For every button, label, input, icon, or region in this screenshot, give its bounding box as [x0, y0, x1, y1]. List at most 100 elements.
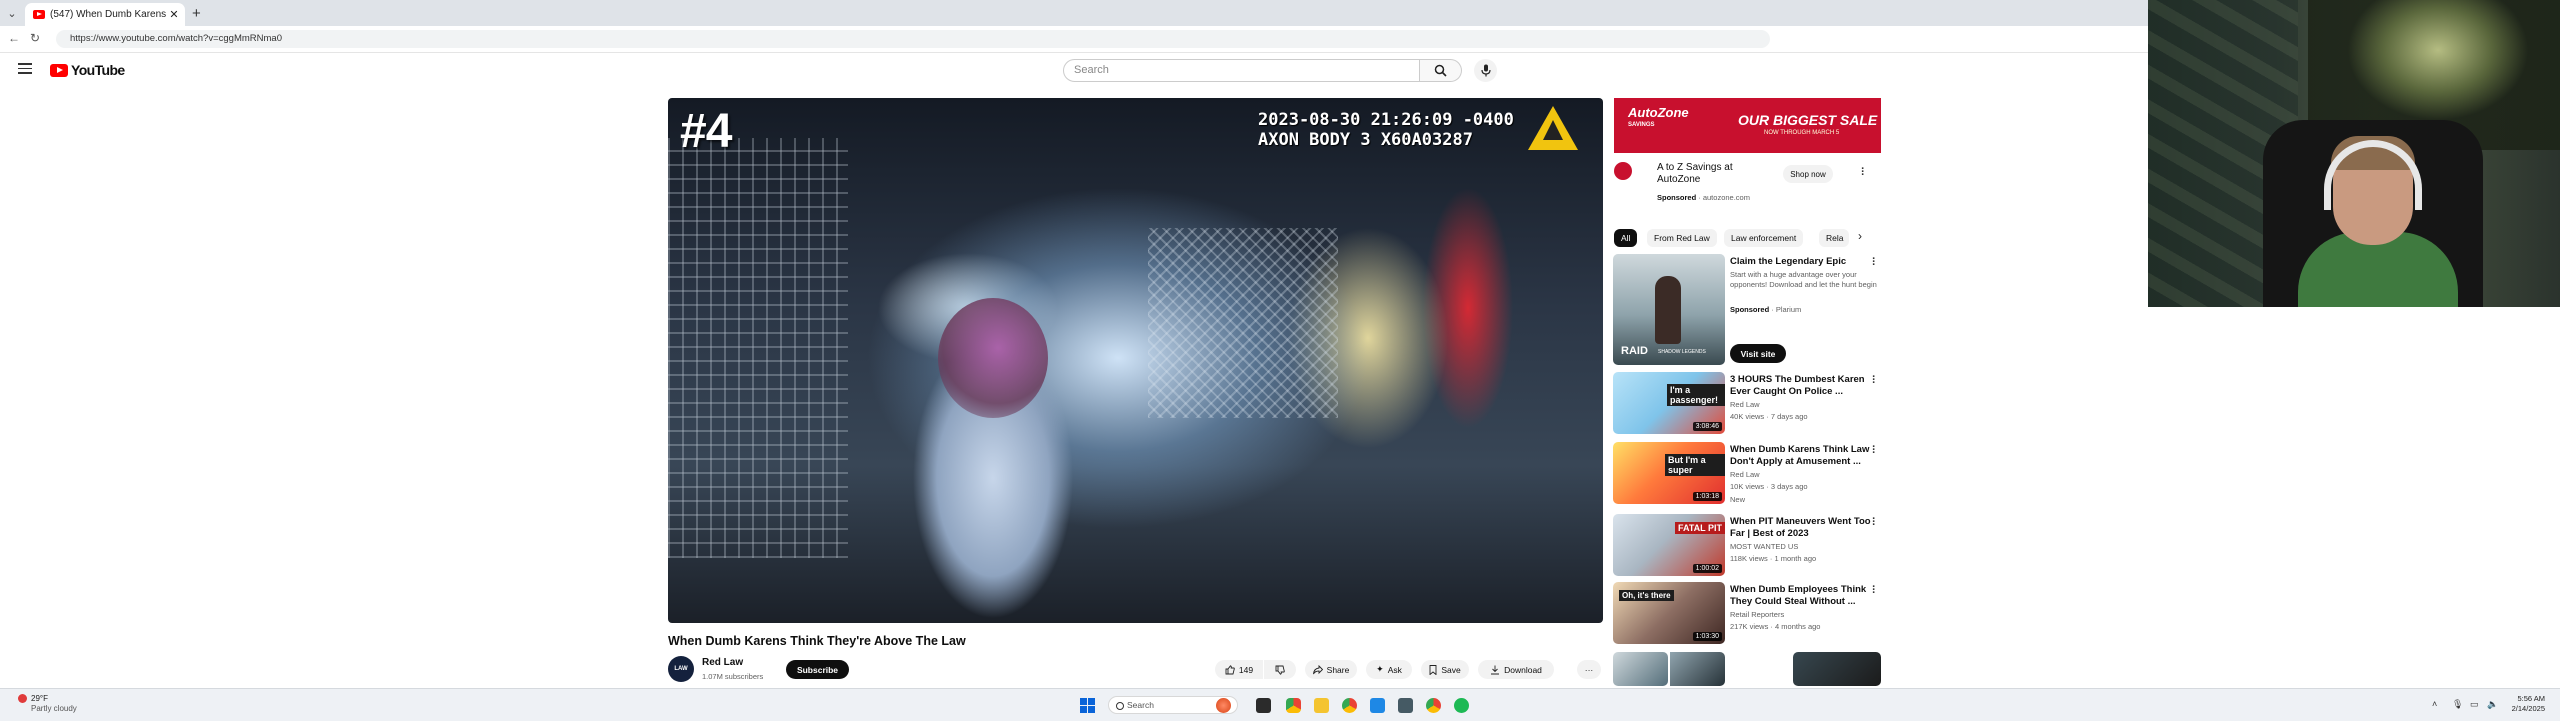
ask-label: Ask [1387, 664, 1402, 675]
sponsored-game-description: Start with a huge advantage over your op… [1730, 270, 1877, 289]
url-field[interactable]: https://www.youtube.com/watch?v=cggMmRNm… [56, 30, 1770, 48]
share-button[interactable]: Share [1305, 660, 1357, 679]
thumbnail-caption: FATAL PIT [1675, 522, 1725, 534]
related-video-thumbnail-extra[interactable] [1670, 652, 1725, 686]
thumbnail-caption: I'm a passenger! [1667, 384, 1725, 406]
tab-list-button[interactable]: ⌄ [3, 4, 21, 22]
shop-now-button[interactable]: Shop now [1783, 165, 1833, 183]
sponsored-game-meta: Sponsored · Plarium [1730, 305, 1802, 314]
dislike-button[interactable] [1264, 660, 1296, 679]
related-video-title[interactable]: When PIT Maneuvers Went Too Far | Best o… [1730, 516, 1880, 540]
hamburger-menu-icon[interactable] [18, 63, 32, 74]
new-tab-button[interactable]: + [192, 5, 201, 22]
sponsored-game-title[interactable]: Claim the Legendary Epic [1730, 256, 1880, 268]
chrome-icon[interactable] [1342, 698, 1357, 713]
back-arrow-icon[interactable]: ← [8, 31, 20, 45]
app-icon-store[interactable] [1286, 698, 1301, 713]
save-button[interactable]: Save [1421, 660, 1469, 679]
video-player[interactable]: #4 2023-08-30 21:26:09 -0400 AXON BODY 3… [668, 98, 1603, 623]
related-video-title[interactable]: 3 HOURS The Dumbest Karen Ever Caught On… [1730, 374, 1880, 398]
related-video-thumbnail-extra[interactable] [1793, 652, 1881, 686]
chip-related[interactable]: Rela [1819, 229, 1849, 247]
taskbar-widget-icon[interactable] [1216, 698, 1231, 713]
browser-tab-active[interactable]: (547) When Dumb Karens Thi... ✕ [25, 3, 185, 26]
related-video-thumbnail[interactable]: I'm a passenger! 3:08:46 [1613, 372, 1725, 434]
tab-close-icon[interactable]: ✕ [167, 8, 181, 21]
like-button[interactable]: 149 [1215, 660, 1263, 679]
video-frame-cage-left [668, 138, 848, 558]
file-explorer-icon[interactable] [1314, 698, 1329, 713]
ad-advertiser-logo[interactable] [1614, 162, 1632, 180]
sponsored-game-advertiser: Plarium [1775, 305, 1802, 314]
related-video-meta: 217K views · 4 months ago [1730, 622, 1821, 631]
taskbar: 29°F Partly cloudy Search ˄ 🎙 ▭ 🔈 5:56 A… [0, 688, 2560, 721]
search-button[interactable] [1420, 59, 1462, 82]
spotify-icon[interactable] [1454, 698, 1469, 713]
network-icon[interactable]: ▭ [2470, 699, 2479, 710]
download-icon [1491, 665, 1500, 674]
ad-banner-headline: OUR BIGGEST SALE [1738, 112, 1878, 128]
reload-icon[interactable]: ↻ [30, 31, 40, 45]
download-button[interactable]: Download [1478, 660, 1554, 679]
ad-title[interactable]: A to Z Savings at AutoZone [1657, 162, 1772, 186]
chip-from-red-law[interactable]: From Red Law [1647, 229, 1717, 247]
webcam-overlay [2148, 0, 2560, 307]
video-duration-badge: 3:08:46 [1692, 422, 1722, 431]
weather-widget[interactable]: 29°F Partly cloudy [18, 694, 77, 714]
axon-logo-icon [1528, 106, 1578, 150]
video-frame-passenger-head [938, 298, 1048, 418]
visit-site-button[interactable]: Visit site [1730, 344, 1786, 363]
channel-avatar[interactable]: LAW [668, 656, 694, 682]
related-video-more-icon[interactable]: · · · [1872, 514, 1876, 531]
more-actions-button[interactable]: ··· [1577, 660, 1601, 679]
ad-more-icon[interactable]: · · · [1861, 164, 1865, 181]
related-video-channel[interactable]: MOST WANTED US [1730, 542, 1798, 551]
weather-alert-icon [18, 694, 27, 703]
related-video-thumbnail[interactable]: Oh, it's there 1:03:30 [1613, 582, 1725, 644]
volume-icon[interactable]: 🔈 [2487, 699, 2498, 710]
related-video-more-icon[interactable]: · · · [1872, 372, 1876, 389]
ad-banner-subline: NOW THROUGH MARCH 5 [1764, 130, 1840, 136]
related-video-channel[interactable]: Red Law [1730, 470, 1760, 479]
windows-start-icon[interactable] [1080, 698, 1095, 713]
task-view-icon[interactable] [1256, 698, 1271, 713]
chip-all[interactable]: All [1614, 229, 1638, 247]
clock-time: 5:56 AM [2517, 694, 2545, 703]
app-icon-blue[interactable] [1370, 698, 1385, 713]
voice-search-button[interactable] [1474, 59, 1497, 82]
related-video-thumbnail[interactable] [1613, 652, 1668, 686]
related-video-thumbnail[interactable]: FATAL PIT 1:00:02 [1613, 514, 1725, 576]
ad-domain: autozone.com [1702, 193, 1750, 202]
sparkle-icon: ✦ [1376, 664, 1384, 674]
chrome-profile-icon[interactable] [1426, 698, 1441, 713]
video-title: When Dumb Karens Think They're Above The… [668, 634, 966, 648]
sponsored-game-thumbnail[interactable]: RAID SHADOW LEGENDS [1613, 254, 1725, 365]
new-badge: New [1730, 495, 1746, 504]
chevron-right-icon[interactable]: › [1858, 229, 1862, 243]
related-video-title[interactable]: When Dumb Employees Think They Could Ste… [1730, 584, 1880, 608]
related-video-more-icon[interactable]: · · · [1872, 582, 1876, 599]
tab-title: (547) When Dumb Karens Thi... [50, 9, 167, 20]
related-video-thumbnail[interactable]: But I'm a super 1:03:18 [1613, 442, 1725, 504]
youtube-logo-text: YouTube [71, 62, 125, 78]
app-icon-settings[interactable] [1398, 698, 1413, 713]
address-bar-row: ← ↻ https://www.youtube.com/watch?v=cggM… [0, 26, 2148, 53]
channel-name[interactable]: Red Law [702, 657, 743, 668]
youtube-logo[interactable]: YouTube [50, 62, 125, 78]
chip-law-enforcement[interactable]: Law enforcement [1724, 229, 1804, 247]
tray-mic-icon[interactable]: 🎙 [2452, 699, 2463, 710]
sponsored-more-icon[interactable]: · · · [1872, 254, 1876, 271]
subscribe-button[interactable]: Subscribe [786, 660, 849, 679]
thumbs-down-icon [1275, 665, 1285, 675]
related-video-channel[interactable]: Retail Reporters [1730, 610, 1784, 619]
search-input[interactable]: Search [1063, 59, 1420, 82]
bookmark-icon [1429, 664, 1437, 675]
related-video-channel[interactable]: Red Law [1730, 400, 1760, 409]
related-video-title[interactable]: When Dumb Karens Think Law Don't Apply a… [1730, 444, 1880, 468]
taskbar-clock[interactable]: 5:56 AM 2/14/2025 [2505, 694, 2545, 714]
like-count: 149 [1238, 664, 1254, 675]
related-video-more-icon[interactable]: · · · [1872, 442, 1876, 459]
ad-banner[interactable]: AutoZone SAVINGS OUR BIGGEST SALE NOW TH… [1614, 98, 1881, 153]
ask-button[interactable]: ✦ Ask [1366, 660, 1412, 679]
tray-chevron-icon[interactable]: ˄ [2432, 699, 2437, 709]
